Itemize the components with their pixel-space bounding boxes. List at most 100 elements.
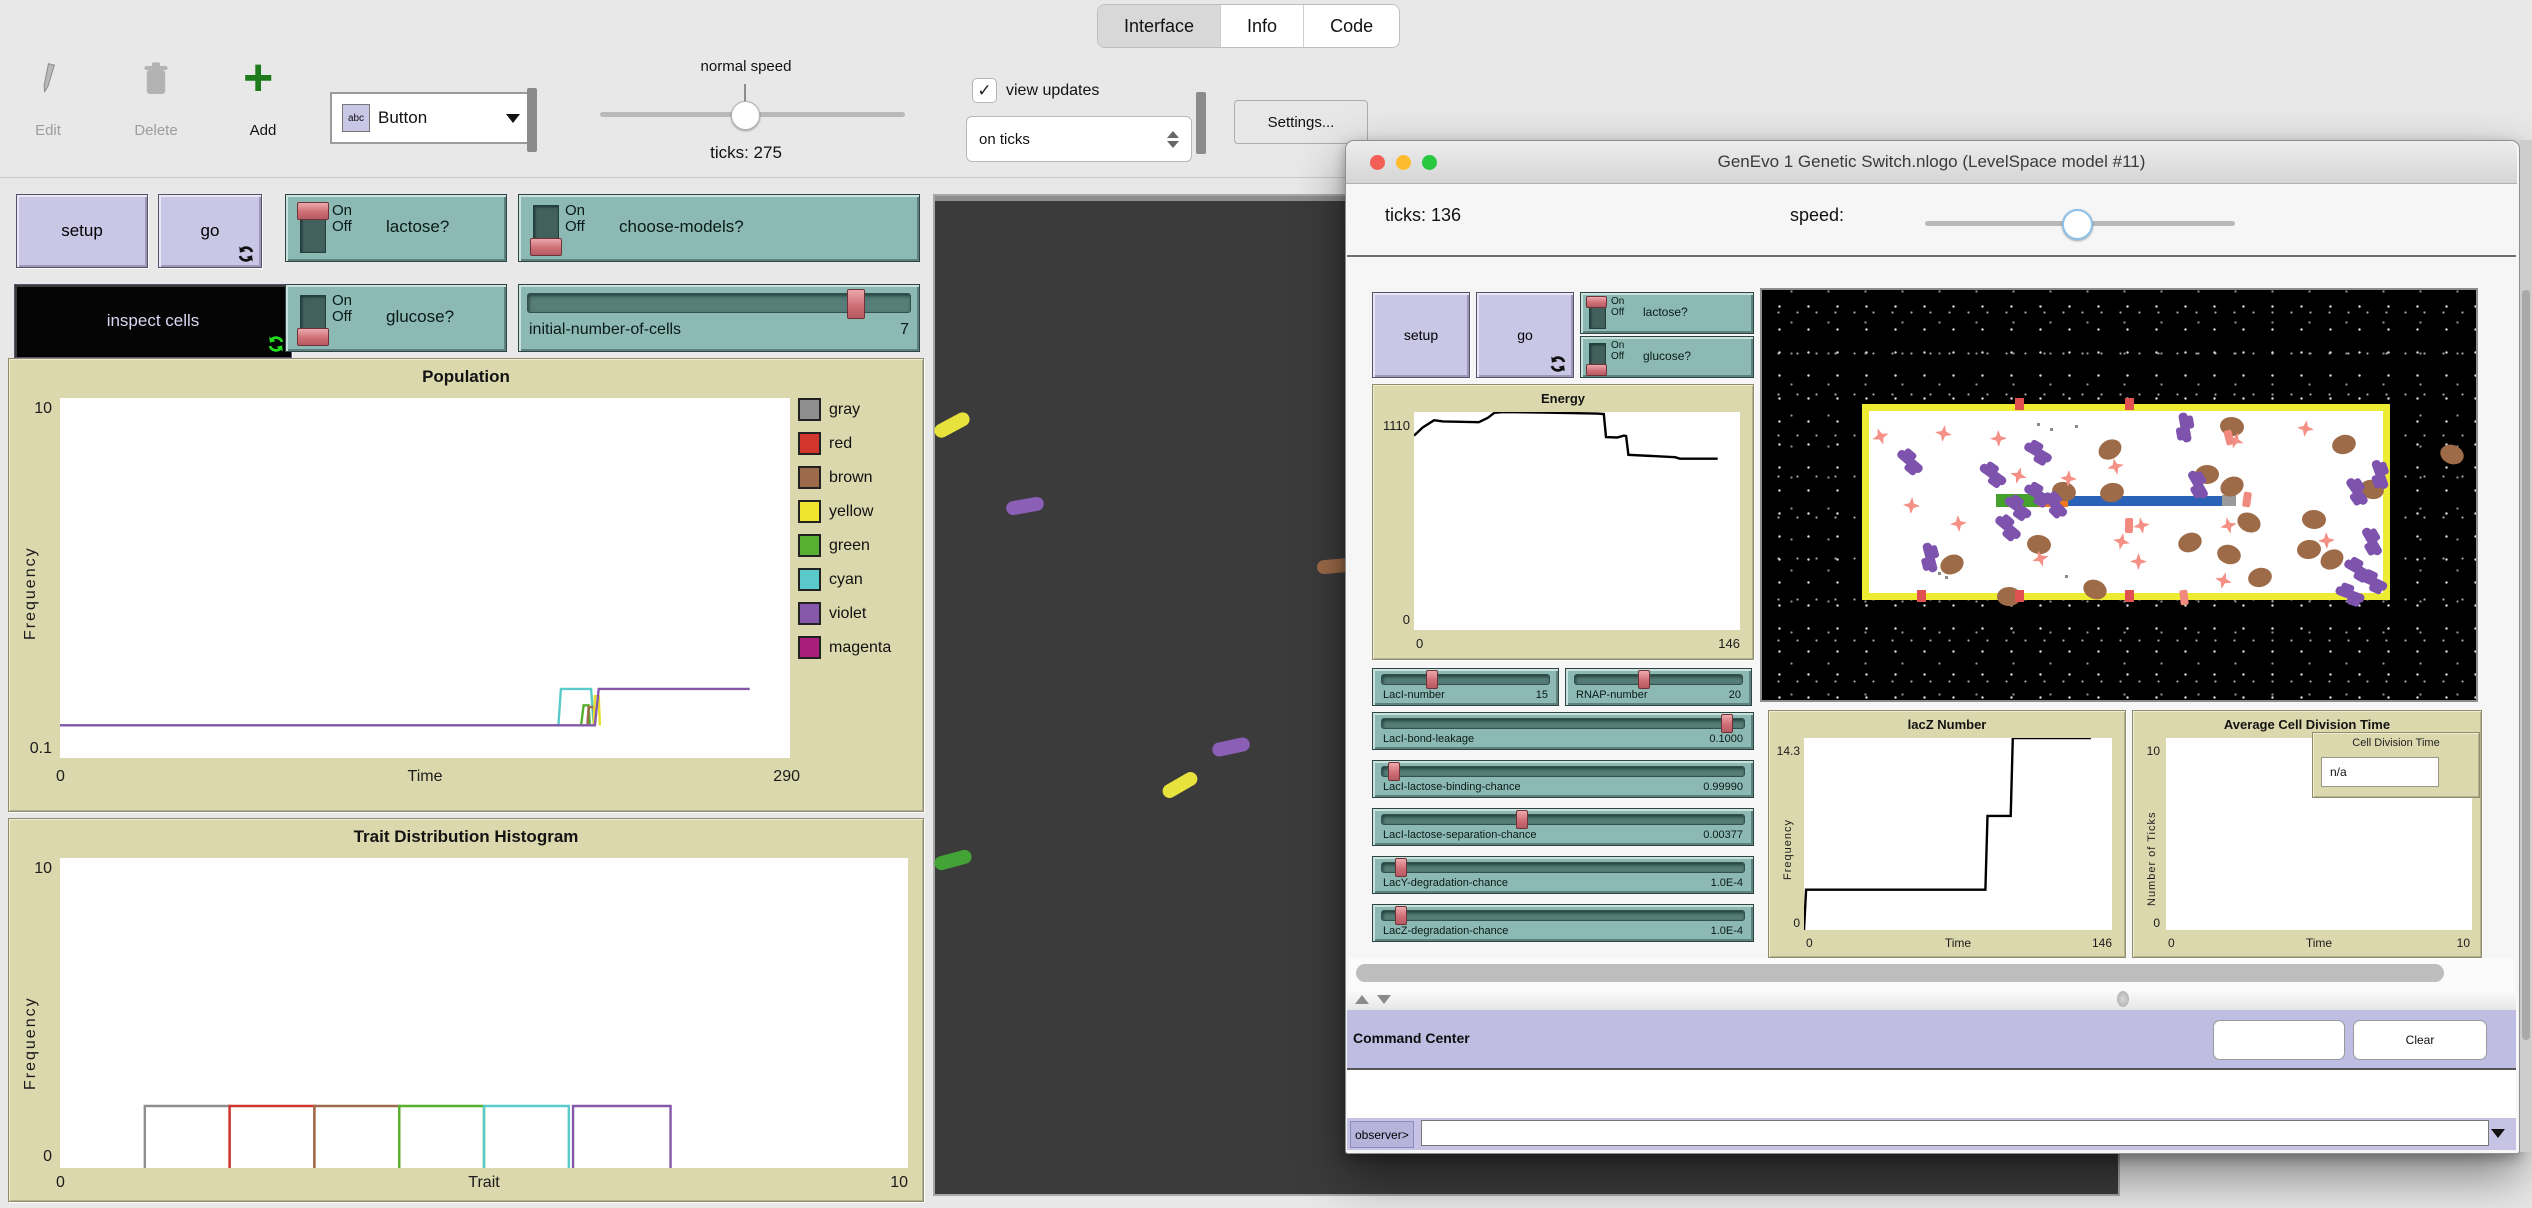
edit-button[interactable]: Edit bbox=[18, 122, 78, 139]
population-legend: gray red brown yellow green cyan violet magenta bbox=[798, 398, 918, 670]
rnap-number-slider[interactable]: RNAP-number 20 bbox=[1565, 668, 1752, 706]
add-icon[interactable]: + bbox=[243, 48, 273, 108]
lacz-degradation-chance-slider[interactable]: LacZ-degradation-chance 1.0E-4 bbox=[1372, 904, 1754, 942]
legend-item: yellow bbox=[798, 500, 918, 523]
inspect-cells-label: inspect cells bbox=[106, 311, 200, 330]
legend-label: brown bbox=[829, 468, 873, 486]
genevo-go-button[interactable]: go bbox=[1476, 292, 1574, 378]
energy-xmax: 146 bbox=[1718, 636, 1740, 651]
genevo-speed-label: speed: bbox=[1790, 205, 1845, 225]
splitter-down-icon[interactable] bbox=[1377, 994, 1391, 1004]
legend-item: green bbox=[798, 534, 918, 557]
command-center-output[interactable] bbox=[1347, 1068, 2516, 1120]
legend-label: green bbox=[829, 536, 870, 554]
widget-type-dropdown[interactable]: abc Button bbox=[330, 92, 532, 144]
tab-code[interactable]: Code bbox=[1304, 5, 1400, 47]
forever-icon-green bbox=[267, 335, 285, 353]
genevo-speed-thumb[interactable] bbox=[2062, 209, 2093, 240]
mrna-speck bbox=[2050, 428, 2053, 431]
lacz-plot-title: lacZ Number bbox=[1907, 717, 1987, 732]
legend-item: violet bbox=[798, 602, 918, 625]
legend-swatch bbox=[798, 534, 821, 557]
population-xlabel: Time bbox=[407, 768, 443, 785]
clear-button-label: Clear bbox=[2405, 1033, 2435, 1047]
forever-icon bbox=[237, 245, 255, 263]
legend-item: gray bbox=[798, 398, 918, 421]
update-mode-select[interactable]: on ticks bbox=[966, 116, 1192, 162]
genevo-hscroll-thumb[interactable] bbox=[1356, 964, 2444, 982]
legend-swatch bbox=[798, 398, 821, 421]
laci-bond-leakage-slider[interactable]: LacI-bond-leakage 0.1000 bbox=[1372, 712, 1754, 750]
edit-icon[interactable] bbox=[32, 60, 64, 100]
command-history-arrow-icon[interactable] bbox=[2491, 1129, 2505, 1138]
lacz-ylabel: Frequency bbox=[1782, 819, 1794, 880]
population-plot-canvas bbox=[60, 398, 790, 758]
lactose-fragment bbox=[2179, 589, 2189, 606]
avg-xmax: 10 bbox=[2456, 936, 2470, 950]
toolbar-separator bbox=[527, 88, 537, 152]
tab-info[interactable]: Info bbox=[1221, 5, 1305, 47]
lacy-degradation-chance-slider[interactable]: LacY-degradation-chance 1.0E-4 bbox=[1372, 856, 1754, 894]
laci-number-slider[interactable]: LacI-number 15 bbox=[1372, 668, 1559, 706]
energy-ymax: 1110 bbox=[1383, 418, 1410, 433]
lactose-fragment bbox=[2124, 517, 2134, 534]
legend-item: cyan bbox=[798, 568, 918, 591]
delete-button[interactable]: Delete bbox=[116, 122, 196, 139]
legend-swatch bbox=[798, 432, 821, 455]
genevo-ticks-counter: ticks: 136 bbox=[1385, 205, 1462, 225]
command-center-splitter[interactable] bbox=[1347, 988, 2516, 1010]
delete-icon[interactable] bbox=[140, 60, 172, 100]
laci-lactose-binding-chance-slider[interactable]: LacI-lactose-binding-chance 0.99990 bbox=[1372, 760, 1754, 798]
lacz-plot-canvas bbox=[1804, 738, 2112, 930]
legend-swatch bbox=[798, 602, 821, 625]
genevo-setup-button[interactable]: setup bbox=[1372, 292, 1470, 378]
splitter-up-icon[interactable] bbox=[1355, 994, 1369, 1004]
initial-number-of-cells-slider[interactable]: initial-number-of-cells 7 bbox=[518, 284, 920, 352]
command-input[interactable] bbox=[1421, 1120, 2489, 1146]
ticks-counter: ticks: 275 bbox=[710, 143, 782, 162]
tab-bar: Interface Info Code bbox=[1097, 4, 1401, 48]
legend-swatch bbox=[798, 500, 821, 523]
splitter-grip-icon[interactable] bbox=[2117, 991, 2129, 1007]
avg-ymin: 0 bbox=[2153, 916, 2160, 930]
lacz-xlabel: Time bbox=[1944, 936, 1972, 950]
legend-swatch bbox=[798, 636, 821, 659]
go-button[interactable]: go bbox=[158, 194, 262, 268]
add-button[interactable]: Add bbox=[233, 122, 293, 139]
population-ylabel: Frequency bbox=[22, 546, 39, 640]
observer-prompt[interactable]: observer> bbox=[1350, 1121, 1414, 1148]
legend-label: cyan bbox=[829, 570, 863, 588]
energy-plot-canvas bbox=[1414, 412, 1740, 630]
glucose-switch[interactable]: On Off glucose? bbox=[285, 284, 507, 352]
speed-slider-thumb[interactable] bbox=[731, 101, 760, 130]
settings-button[interactable]: Settings... bbox=[1234, 100, 1368, 144]
legend-item: magenta bbox=[798, 636, 918, 659]
view-updates-checkbox[interactable]: ✓ bbox=[972, 78, 997, 103]
laci-protein bbox=[2177, 411, 2193, 444]
genevo-glucose-switch[interactable]: On Off glucose? bbox=[1580, 336, 1754, 378]
genevo-vscroll-thumb[interactable] bbox=[2522, 290, 2530, 1040]
laci-lactose-separation-chance-slider[interactable]: LacI-lactose-separation-chance 0.00377 bbox=[1372, 808, 1754, 846]
legend-swatch bbox=[798, 466, 821, 489]
lactose-switch[interactable]: On Off lactose? bbox=[285, 194, 507, 262]
speed-slider-center-tick bbox=[744, 84, 746, 102]
tab-interface[interactable]: Interface bbox=[1098, 5, 1222, 47]
inspect-cells-button[interactable]: inspect cells bbox=[14, 284, 292, 358]
trait-ymax: 10 bbox=[34, 860, 52, 877]
command-center-blank-button[interactable] bbox=[2213, 1020, 2345, 1060]
population-ymax: 10 bbox=[34, 400, 52, 417]
genevo-titlebar[interactable]: GenEvo 1 Genetic Switch.nlogo (LevelSpac… bbox=[1346, 141, 2517, 184]
select-chevrons-icon bbox=[1167, 130, 1179, 148]
bacterium-cell bbox=[1160, 769, 1200, 801]
command-center-header: Command Center Clear bbox=[1347, 1010, 2516, 1068]
setup-button[interactable]: setup bbox=[16, 194, 148, 268]
laci-protein bbox=[1921, 541, 1939, 574]
clear-button[interactable]: Clear bbox=[2353, 1020, 2487, 1060]
choose-models-switch[interactable]: On Off choose-models? bbox=[518, 194, 920, 262]
trait-xlabel: Trait bbox=[468, 1174, 500, 1191]
population-plot-title: Population bbox=[422, 367, 510, 386]
legend-label: gray bbox=[829, 400, 861, 418]
population-xmax: 290 bbox=[773, 768, 800, 785]
genevo-lactose-switch[interactable]: On Off lactose? bbox=[1580, 292, 1754, 334]
speed-slider-label: normal speed bbox=[700, 58, 792, 75]
